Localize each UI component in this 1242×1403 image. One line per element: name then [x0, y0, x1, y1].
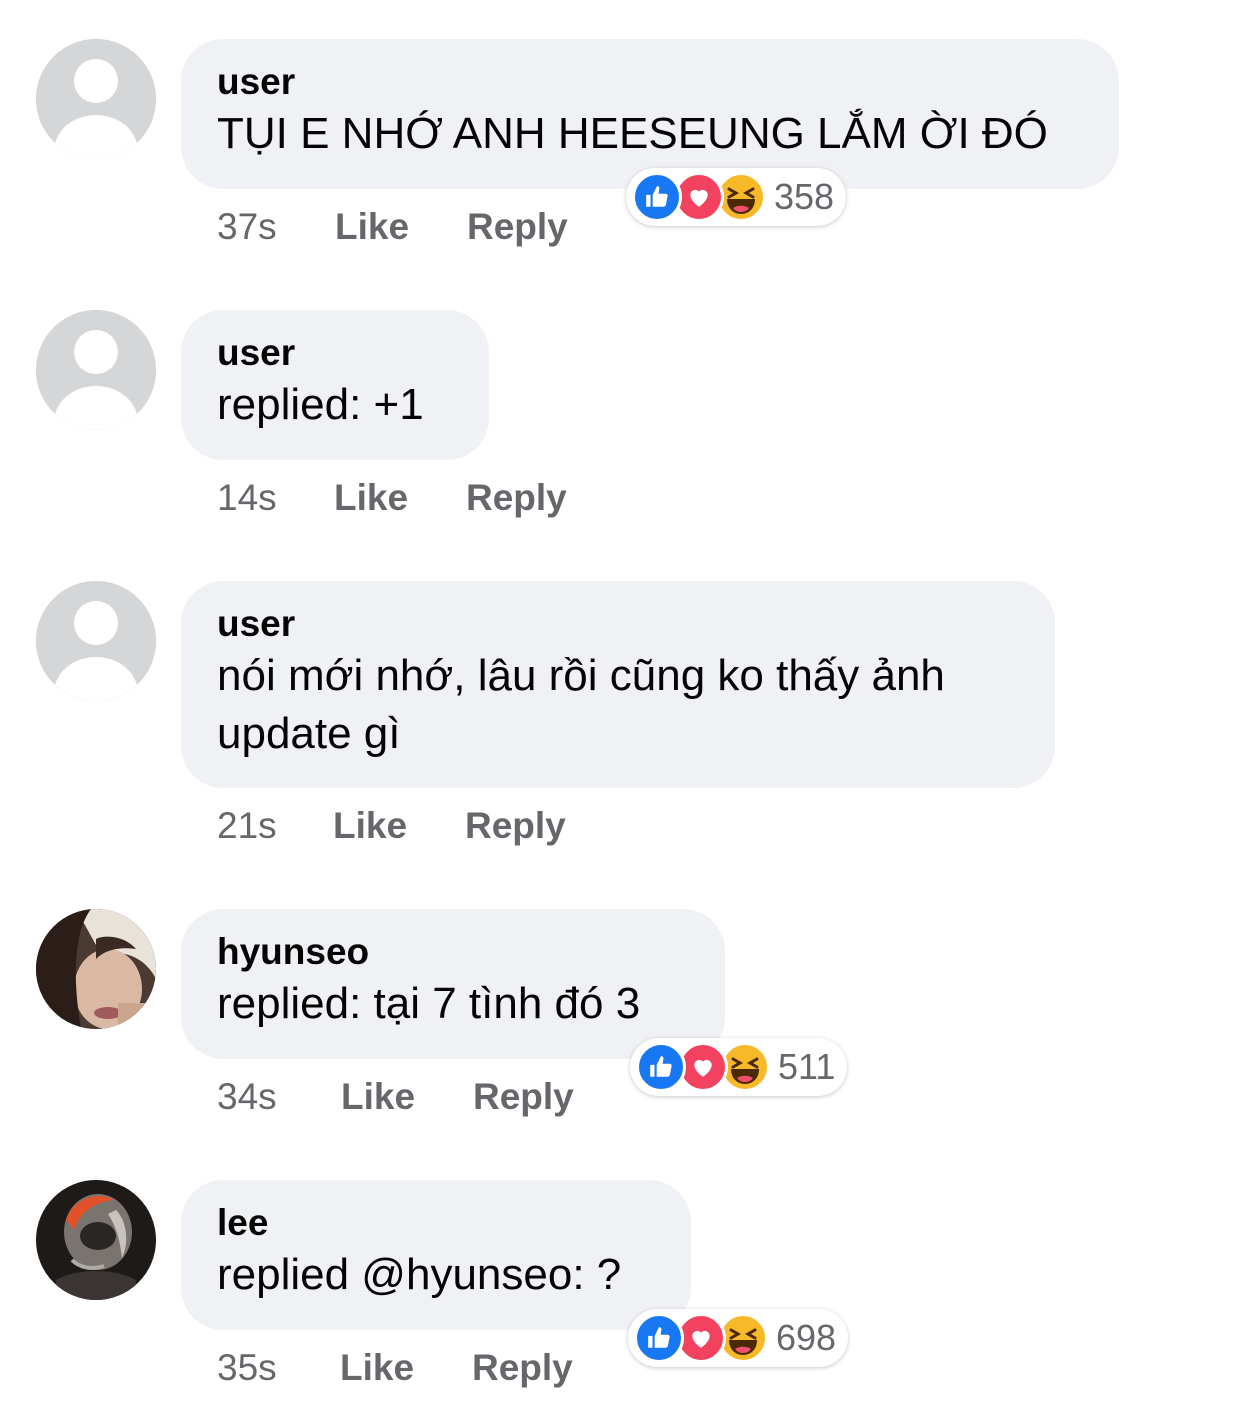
comment-text-line: update gì [217, 709, 401, 758]
comment-author[interactable]: user [217, 330, 453, 376]
comment-bubble[interactable]: user TỤI E NHỚ ANH HEESEUNG LẮM ỜI ĐÓ [181, 39, 1119, 189]
reaction-summary[interactable]: 511 [630, 1038, 848, 1096]
comment-text: nói mới nhớ, lâu rồi cũng ko thấy ảnh [217, 651, 945, 700]
like-button[interactable]: Like [341, 1075, 473, 1119]
avatar[interactable] [36, 310, 156, 430]
comment-text: replied: tại 7 tình đó 3 [217, 979, 641, 1028]
reply-button[interactable]: Reply [472, 1346, 573, 1390]
comment-author[interactable]: lee [217, 1200, 655, 1246]
comment-bubble[interactable]: user replied: +1 [181, 310, 489, 460]
comment-time[interactable]: 37s [217, 205, 335, 249]
avatar[interactable] [36, 39, 156, 159]
avatar[interactable] [36, 909, 156, 1029]
avatar[interactable] [36, 1180, 156, 1300]
comment-author[interactable]: hyunseo [217, 929, 689, 975]
reaction-summary[interactable]: 358 [626, 168, 847, 226]
profile-photo [36, 1180, 156, 1300]
comment-author[interactable]: user [217, 59, 1083, 105]
comment-text: replied @hyunseo: ? [217, 1250, 622, 1299]
comment-actions: 21s Like Reply [217, 804, 566, 848]
comment-actions: 14s Like Reply [217, 476, 567, 520]
like-icon [634, 1313, 684, 1363]
comment-time[interactable]: 21s [217, 804, 333, 848]
comment-bubble[interactable]: lee replied @hyunseo: ? [181, 1180, 691, 1330]
comment-text: replied: +1 [217, 380, 424, 429]
comment-text: TỤI E NHỚ ANH HEESEUNG LẮM ỜI ĐÓ [217, 109, 1048, 158]
comment-time[interactable]: 34s [217, 1075, 341, 1119]
like-icon [632, 172, 682, 222]
reply-button[interactable]: Reply [467, 205, 568, 249]
comment-time[interactable]: 35s [217, 1346, 340, 1390]
comment-bubble[interactable]: user nói mới nhớ, lâu rồi cũng ko thấy ả… [181, 581, 1055, 788]
like-button[interactable]: Like [340, 1346, 472, 1390]
like-button[interactable]: Like [333, 804, 465, 848]
reaction-count: 358 [774, 176, 835, 217]
profile-photo [36, 909, 156, 1029]
reply-button[interactable]: Reply [473, 1075, 574, 1119]
default-avatar-icon [36, 581, 156, 701]
comment-author[interactable]: user [217, 601, 1019, 647]
reaction-count: 698 [776, 1317, 837, 1358]
default-avatar-icon [36, 39, 156, 159]
comment-actions: 35s Like Reply [217, 1346, 573, 1390]
reaction-summary[interactable]: 698 [628, 1309, 849, 1367]
like-icon [636, 1042, 686, 1092]
comment-bubble[interactable]: hyunseo replied: tại 7 tình đó 3 [181, 909, 725, 1059]
default-avatar-icon [36, 310, 156, 430]
like-button[interactable]: Like [335, 205, 467, 249]
comment-time[interactable]: 14s [217, 476, 334, 520]
comment-actions: 37s Like Reply [217, 205, 568, 249]
reaction-count: 511 [778, 1046, 836, 1087]
comment-actions: 34s Like Reply [217, 1075, 574, 1119]
avatar[interactable] [36, 581, 156, 701]
reply-button[interactable]: Reply [465, 804, 566, 848]
reply-button[interactable]: Reply [466, 476, 567, 520]
like-button[interactable]: Like [334, 476, 466, 520]
